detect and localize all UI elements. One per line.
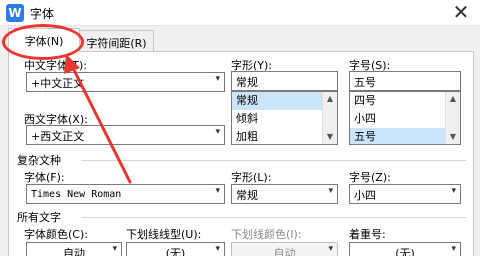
size-listbox[interactable]: 四号 小四 五号 ▲ ▼ bbox=[349, 91, 461, 145]
chinese-font-value: +中文正文 bbox=[31, 77, 85, 90]
underline-type-select[interactable]: (无) ▾ bbox=[126, 242, 225, 256]
emphasis-label: 着重号: bbox=[349, 228, 386, 241]
section-divider bbox=[81, 160, 466, 161]
chevron-down-icon: ▾ bbox=[112, 244, 117, 254]
list-item[interactable]: 常规 bbox=[232, 92, 322, 110]
font-color-select[interactable]: 自动 ▾ bbox=[26, 242, 122, 256]
western-font-select[interactable]: +西文正文 ▾ bbox=[26, 125, 225, 145]
chinese-font-select[interactable]: +中文正文 ▾ bbox=[26, 72, 225, 92]
section-divider bbox=[81, 217, 466, 218]
chevron-down-icon: ▾ bbox=[215, 74, 220, 84]
list-item[interactable]: 四号 bbox=[350, 92, 445, 110]
size-input[interactable]: 五号 bbox=[349, 71, 461, 91]
underline-type-label: 下划线线型(U): bbox=[126, 228, 202, 241]
tab-character-spacing[interactable]: 字符间距(R) bbox=[80, 30, 154, 52]
complex-size-label: 字号(Z): bbox=[349, 171, 391, 184]
chevron-down-icon: ▾ bbox=[451, 244, 456, 254]
chevron-down-icon: ▾ bbox=[328, 186, 333, 196]
complex-script-section-title: 复杂文种 bbox=[17, 154, 61, 167]
scroll-down-icon[interactable]: ▼ bbox=[446, 130, 460, 144]
underline-color-value: 自动 bbox=[273, 247, 296, 256]
complex-font-value: Times New Roman bbox=[31, 189, 122, 200]
scroll-down-icon[interactable]: ▼ bbox=[323, 130, 337, 144]
chevron-down-icon: ▾ bbox=[328, 244, 333, 254]
close-icon[interactable]: ✕ bbox=[450, 2, 472, 24]
style-input[interactable]: 常规 bbox=[231, 71, 338, 91]
list-item[interactable]: 小四 bbox=[350, 110, 445, 128]
list-item[interactable]: 加粗 bbox=[232, 128, 322, 144]
annotation-ellipse bbox=[2, 24, 84, 60]
style-listbox[interactable]: 常规 倾斜 加粗 ▲ ▼ bbox=[231, 91, 338, 145]
all-text-section-title: 所有文字 bbox=[17, 211, 61, 224]
underline-type-value: (无) bbox=[165, 247, 186, 256]
chevron-down-icon: ▾ bbox=[215, 186, 220, 196]
font-panel: 中文字体(T): +中文正文 ▾ 西文字体(X): +西文正文 ▾ 字形(Y):… bbox=[8, 51, 474, 256]
chevron-down-icon: ▾ bbox=[215, 127, 220, 137]
complex-size-value: 小四 bbox=[354, 189, 376, 202]
window-title: 字体 bbox=[30, 7, 55, 21]
chevron-down-icon: ▾ bbox=[451, 186, 456, 196]
size-scrollbar[interactable]: ▲ ▼ bbox=[445, 92, 460, 144]
emphasis-select[interactable]: (无) ▾ bbox=[349, 242, 461, 256]
scroll-up-icon[interactable]: ▲ bbox=[446, 92, 460, 106]
complex-style-select[interactable]: 常规 ▾ bbox=[231, 184, 338, 204]
scroll-up-icon[interactable]: ▲ bbox=[323, 92, 337, 106]
font-color-value: 自动 bbox=[63, 247, 85, 256]
chevron-down-icon: ▾ bbox=[215, 244, 220, 254]
emphasis-value: (无) bbox=[395, 247, 415, 256]
wps-app-icon: W bbox=[6, 4, 24, 22]
complex-font-select[interactable]: Times New Roman ▾ bbox=[26, 184, 225, 204]
title-bar: W 字体 ✕ bbox=[0, 0, 480, 26]
complex-style-value: 常规 bbox=[236, 189, 258, 202]
complex-size-select[interactable]: 小四 ▾ bbox=[349, 184, 461, 204]
underline-color-label: 下划线颜色(I): bbox=[231, 228, 302, 241]
complex-style-label: 字形(L): bbox=[231, 171, 272, 184]
western-font-value: +西文正文 bbox=[31, 130, 85, 143]
style-scrollbar[interactable]: ▲ ▼ bbox=[322, 92, 337, 144]
list-item[interactable]: 五号 bbox=[350, 128, 445, 144]
complex-font-label: 字体(F): bbox=[24, 171, 65, 184]
list-item[interactable]: 倾斜 bbox=[232, 110, 322, 128]
font-color-label: 字体颜色(C): bbox=[24, 228, 88, 241]
underline-color-select: 自动 ▾ bbox=[231, 242, 338, 256]
